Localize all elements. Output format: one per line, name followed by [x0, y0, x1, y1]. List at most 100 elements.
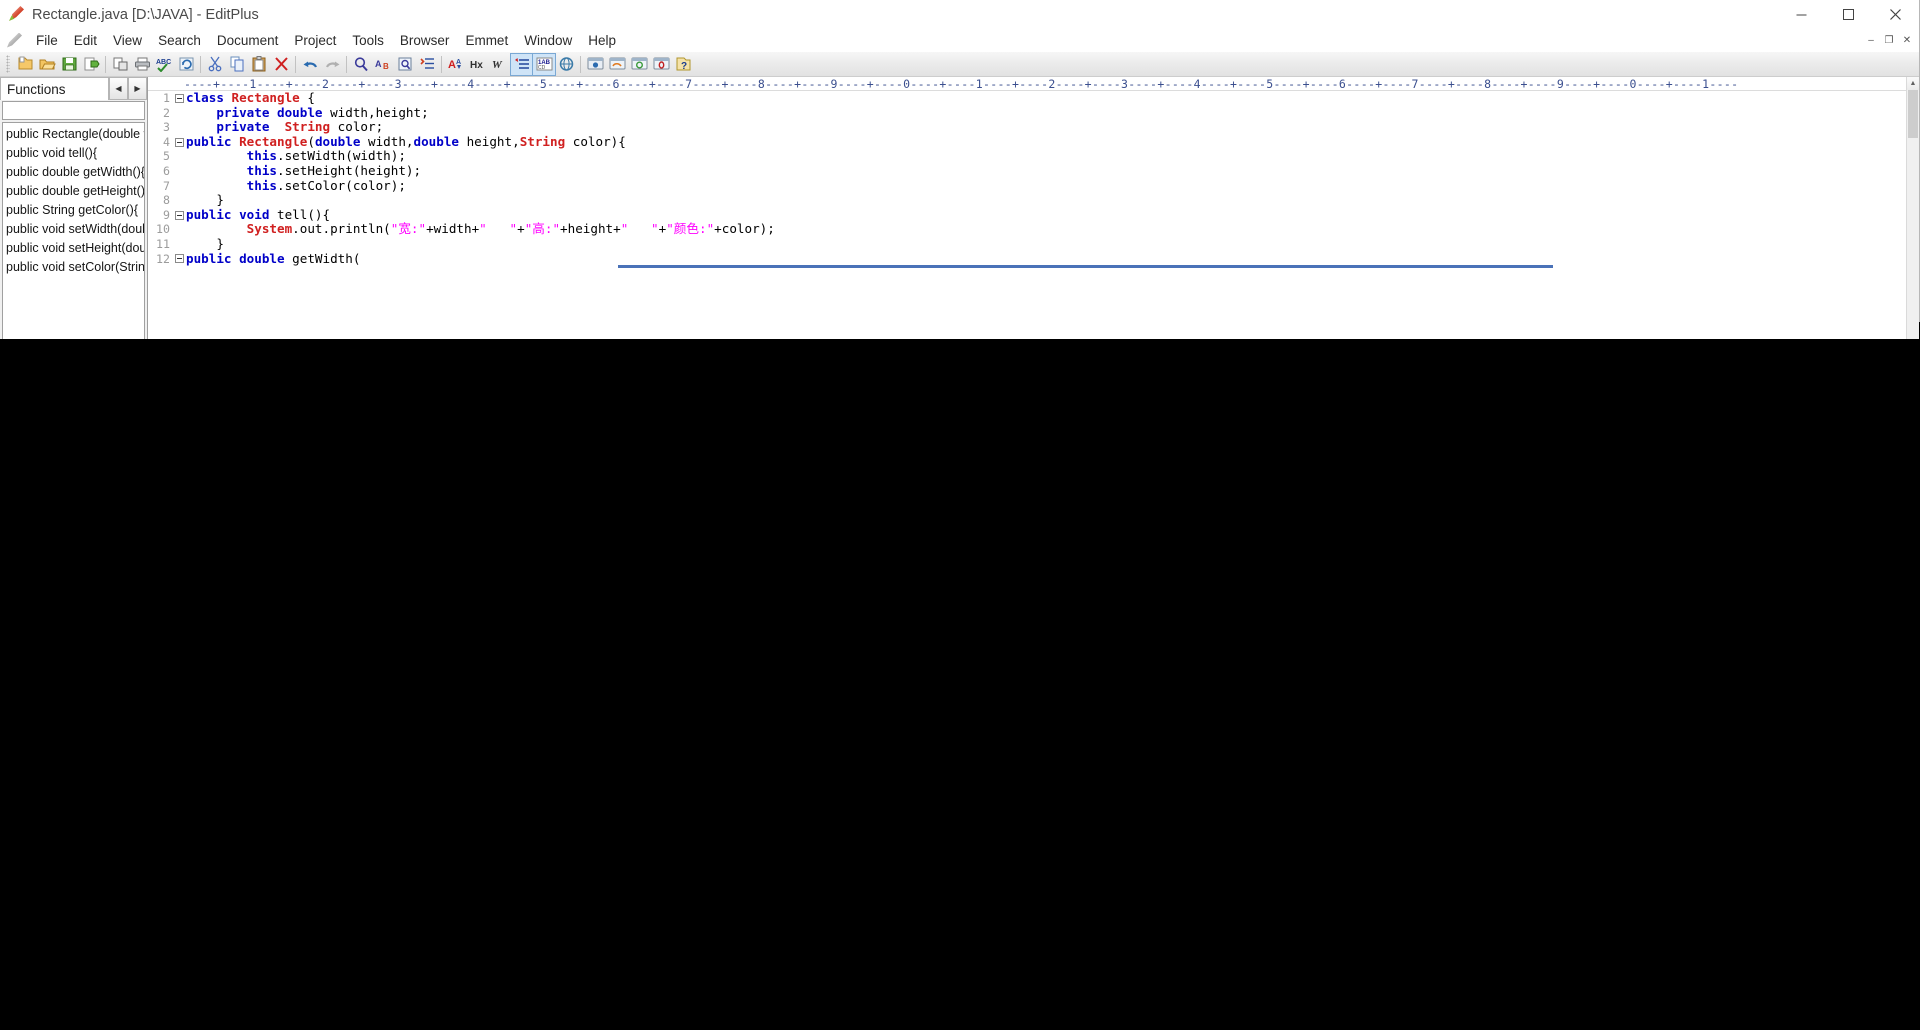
ascii-table-icon[interactable]: 1AB CD	[532, 52, 556, 76]
list-item[interactable]: public Rectangle(double wid	[3, 125, 144, 144]
menu-document[interactable]: Document	[209, 31, 287, 50]
fold-collapse-icon[interactable]	[172, 135, 186, 150]
functions-filter-field[interactable]	[2, 101, 145, 120]
replace-icon[interactable]: AB	[372, 54, 394, 75]
maximize-button[interactable]	[1825, 0, 1872, 29]
svg-text:W: W	[492, 59, 503, 71]
sidebar-header: Functions ◀ ▶	[0, 77, 147, 100]
functions-list[interactable]: public Rectangle(double wid public void …	[2, 122, 145, 339]
functions-filter-input[interactable]	[3, 102, 144, 120]
menu-view[interactable]: View	[105, 31, 150, 50]
line-number: 10	[156, 222, 170, 237]
fold-collapse-icon[interactable]	[172, 91, 186, 106]
preview-icon[interactable]	[555, 54, 577, 75]
hex-view-icon[interactable]: Hx	[467, 54, 489, 75]
save-as-icon[interactable]	[80, 54, 102, 75]
line-number: 7	[163, 178, 170, 193]
menu-tools[interactable]: Tools	[344, 31, 392, 50]
code-line[interactable]: 4 public Rectangle(double width,double he…	[148, 134, 1919, 150]
code-line[interactable]: 3 private String color;	[148, 119, 1919, 135]
reload-icon[interactable]	[175, 54, 197, 75]
menu-help[interactable]: Help	[580, 31, 624, 50]
paste-icon[interactable]	[248, 54, 270, 75]
tab-functions[interactable]: Functions	[0, 77, 109, 100]
document-restore-icon[interactable]: ❐	[1880, 32, 1898, 50]
redo-icon[interactable]	[321, 54, 343, 75]
fold-collapse-icon[interactable]	[172, 208, 186, 223]
list-item[interactable]: public void setColor(Strin	[3, 258, 144, 277]
code-line[interactable]: 2 private double width,height;	[148, 105, 1919, 121]
code-text: private String color;	[216, 119, 384, 135]
code-line[interactable]: 8 }	[148, 192, 1919, 208]
code-line[interactable]: 12 public double getWidth(	[148, 251, 1919, 267]
menu-edit[interactable]: Edit	[66, 31, 105, 50]
toolbar-grip[interactable]	[6, 55, 10, 73]
main-toolbar: ABC A B A A Hx W 1AB CD ?	[0, 52, 1919, 77]
cut-icon[interactable]	[204, 54, 226, 75]
menu-browser[interactable]: Browser	[392, 31, 458, 50]
scrollbar-thumb[interactable]	[1908, 90, 1918, 138]
code-line[interactable]: 7 this.setColor(color);	[148, 178, 1919, 194]
find-icon[interactable]	[350, 54, 372, 75]
code-text: }	[186, 192, 224, 208]
menu-window[interactable]: Window	[516, 31, 580, 50]
code-line[interactable]: 11 }	[148, 236, 1919, 252]
sidebar-next-icon[interactable]: ▶	[128, 77, 147, 100]
editor-pane: ----+----1----+----2----+----3----+----4…	[148, 77, 1919, 339]
sidebar-prev-icon[interactable]: ◀	[109, 77, 128, 100]
goto-line-icon[interactable]	[416, 54, 438, 75]
save-icon[interactable]	[58, 54, 80, 75]
fold-collapse-icon[interactable]	[172, 252, 186, 267]
vertical-scrollbar[interactable]: ▲	[1906, 77, 1919, 339]
code-line[interactable]: 1 class Rectangle {	[148, 91, 1919, 106]
document-minimize-icon[interactable]: –	[1862, 32, 1880, 50]
menu-file[interactable]: File	[28, 31, 66, 50]
toolbar-separator	[346, 55, 347, 73]
change-case-icon[interactable]: AA	[445, 54, 467, 75]
print-icon[interactable]	[131, 54, 153, 75]
line-number: 9	[163, 207, 170, 222]
document-close-icon[interactable]: ✕	[1898, 32, 1916, 50]
scroll-up-icon[interactable]: ▲	[1907, 77, 1919, 90]
code-line[interactable]: 9 public void tell(){	[148, 207, 1919, 223]
new-file-icon[interactable]	[14, 54, 36, 75]
spellcheck-icon[interactable]: ABC	[153, 54, 175, 75]
list-item[interactable]: public double getWidth(){	[3, 163, 144, 182]
menu-search[interactable]: Search	[150, 31, 209, 50]
list-item[interactable]: public void setHeight(doub	[3, 239, 144, 258]
close-button[interactable]	[1872, 0, 1919, 29]
print-preview-icon[interactable]	[109, 54, 131, 75]
list-item[interactable]: public double getHeight(){	[3, 182, 144, 201]
list-item[interactable]: public String getColor(){	[3, 201, 144, 220]
code-line[interactable]: 6 this.setHeight(height);	[148, 163, 1919, 179]
code-editor[interactable]: 1 class Rectangle {2 private double width…	[148, 91, 1919, 339]
word-wrap-icon[interactable]: W	[489, 54, 511, 75]
svg-text:?: ?	[681, 61, 687, 72]
svg-text:B: B	[383, 62, 389, 71]
browser-firefox-icon[interactable]	[606, 54, 628, 75]
delete-icon[interactable]	[270, 54, 292, 75]
toolbar-separator	[441, 55, 442, 73]
menu-project[interactable]: Project	[286, 31, 344, 50]
find-in-files-icon[interactable]	[394, 54, 416, 75]
list-item[interactable]: public void tell(){	[3, 144, 144, 163]
svg-text:ABC: ABC	[156, 59, 171, 66]
open-file-icon[interactable]	[36, 54, 58, 75]
undo-icon[interactable]	[299, 54, 321, 75]
browser-chrome-icon[interactable]	[628, 54, 650, 75]
browser-opera-icon[interactable]	[650, 54, 672, 75]
minimize-button[interactable]	[1778, 0, 1825, 29]
help-icon[interactable]: ?	[672, 54, 694, 75]
browser-ie-icon[interactable]	[584, 54, 606, 75]
code-line[interactable]: 10 System.out.println("宽:"+width+" "+"高:…	[148, 222, 1919, 237]
line-numbers-icon[interactable]	[510, 52, 534, 76]
horizontal-scrollbar[interactable]	[618, 265, 1553, 268]
copy-icon[interactable]	[226, 54, 248, 75]
list-item[interactable]: public void setWidth(double	[3, 220, 144, 239]
code-line[interactable]: 5 this.setWidth(width);	[148, 149, 1919, 164]
menu-emmet[interactable]: Emmet	[457, 31, 516, 50]
